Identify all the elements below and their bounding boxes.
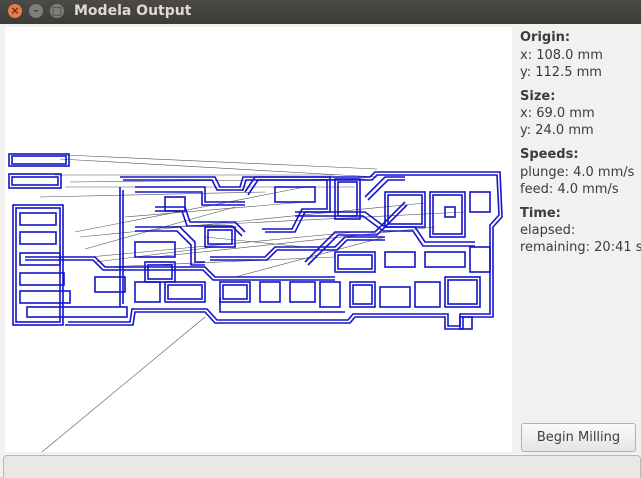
time-heading: Time:: [520, 206, 561, 221]
title-bar: × – □ Modela Output: [0, 0, 641, 24]
maximize-window-button[interactable]: □: [50, 4, 64, 18]
close-window-button[interactable]: ×: [8, 4, 22, 18]
feed-speed: feed: 4.0 mm/s: [520, 182, 619, 197]
minimize-window-button[interactable]: –: [29, 4, 43, 18]
origin-heading: Origin:: [520, 30, 571, 45]
begin-milling-button[interactable]: Begin Milling: [521, 423, 636, 452]
travel-moves: [39, 154, 466, 452]
bottom-panel: [3, 455, 641, 478]
window-title: Modela Output: [74, 3, 192, 19]
size-y: y: 24.0 mm: [520, 123, 594, 138]
info-panel: Origin: x: 108.0 mm y: 112.5 mm Size: x:…: [512, 27, 641, 452]
time-remaining: remaining: 20:41 s: [520, 240, 641, 255]
size-heading: Size:: [520, 89, 556, 104]
origin-x: x: 108.0 mm: [520, 48, 603, 63]
origin-y: y: 112.5 mm: [520, 65, 602, 80]
modela-output-window: × – □ Modela Output Origin: x: 108.0 mm …: [0, 0, 641, 478]
speeds-heading: Speeds:: [520, 147, 579, 162]
time-elapsed: elapsed:: [520, 223, 576, 238]
plunge-speed: plunge: 4.0 mm/s: [520, 165, 635, 180]
size-x: x: 69.0 mm: [520, 106, 595, 121]
toolpath-drawing: [8, 153, 503, 452]
toolpath-preview-canvas: [5, 27, 512, 452]
